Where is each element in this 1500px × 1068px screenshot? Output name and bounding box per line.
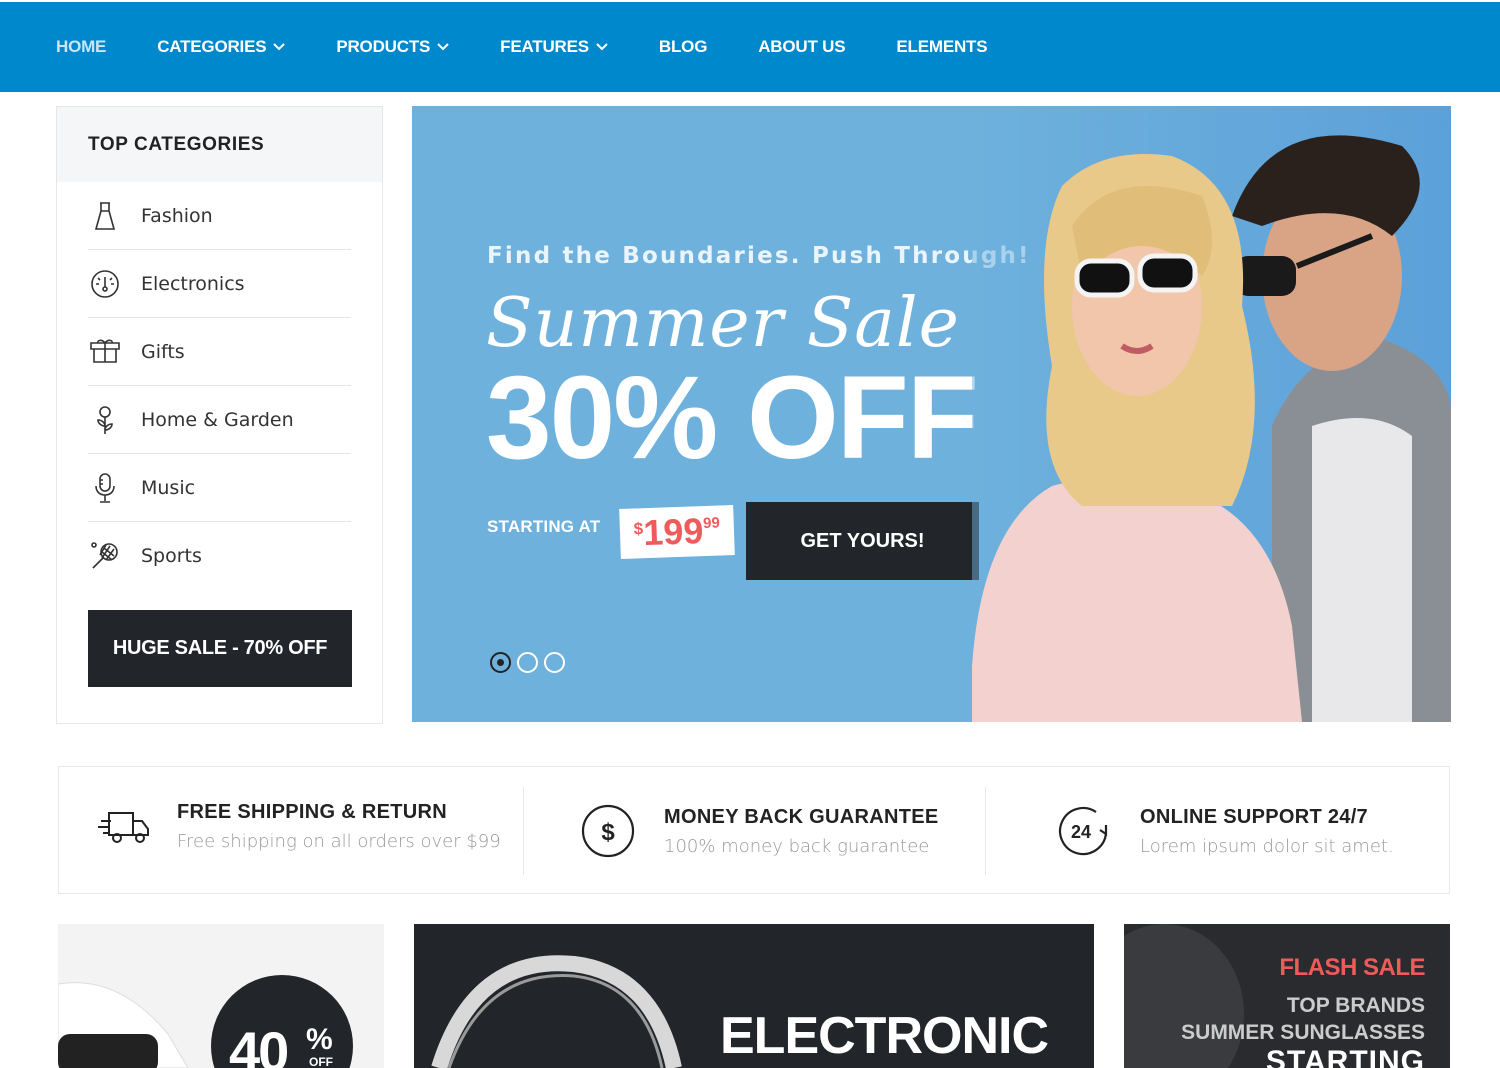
svg-text:$: $ <box>601 819 615 846</box>
nav-elements-label: ELEMENTS <box>896 37 988 56</box>
get-yours-button[interactable]: GET YOURS! <box>746 502 979 580</box>
gauge-icon <box>88 267 122 301</box>
category-label: Fashion <box>141 204 213 227</box>
nav-categories-label: CATEGORIES <box>157 37 267 56</box>
nav-features-label: FEATURES <box>500 37 589 56</box>
nav-about-us[interactable]: ABOUT US <box>758 37 845 57</box>
price-integer: 199 <box>642 510 705 554</box>
category-electronics[interactable]: Electronics <box>88 250 351 318</box>
nav-blog-label: BLOG <box>658 37 708 56</box>
flash-sale-line1: TOP BRANDS <box>1286 994 1425 1017</box>
flash-sale-text: FLASH SALE TOP BRANDS SUMMER SUNGLASSES … <box>1181 954 1425 1068</box>
divider <box>985 787 986 875</box>
dress-icon <box>88 199 122 233</box>
watch-promo-banner[interactable]: 40 % OFF <box>58 924 384 1068</box>
feature-desc: Free shipping on all orders over $99 <box>177 831 501 852</box>
starting-at-label: STARTING AT <box>487 517 601 536</box>
feature-title: FREE SHIPPING & RETURN <box>177 801 447 823</box>
slider-dot-1[interactable] <box>490 652 511 673</box>
nav-blog[interactable]: BLOG <box>658 37 708 57</box>
feature-title: ONLINE SUPPORT 24/7 <box>1140 805 1368 828</box>
feature-shipping: FREE SHIPPING & RETURN Free shipping on … <box>97 801 501 852</box>
feature-title: MONEY BACK GUARANTEE <box>664 805 939 828</box>
features-bar: FREE SHIPPING & RETURN Free shipping on … <box>58 766 1450 894</box>
category-label: Gifts <box>141 340 185 363</box>
truck-icon <box>98 811 149 843</box>
category-label: Sports <box>141 545 202 567</box>
discount-off: OFF <box>309 1055 333 1068</box>
hero-slider: Find the Boundaries. Push Through! Summe… <box>412 106 1451 722</box>
top-categories-sidebar: TOP CATEGORIES Fashion Electronics Gifts… <box>56 106 383 724</box>
sidebar-title: TOP CATEGORIES <box>57 107 382 182</box>
support-24-icon: 24 <box>1058 807 1108 856</box>
flash-sale-banner[interactable]: FLASH SALE TOP BRANDS SUMMER SUNGLASSES … <box>1124 924 1450 1068</box>
nav-products[interactable]: PRODUCTS <box>336 37 449 57</box>
flash-sale-line2: SUMMER SUNGLASSES <box>1181 1021 1425 1044</box>
nav-categories[interactable]: CATEGORIES <box>157 37 286 57</box>
hero-subtitle: Find the Boundaries. Push Through! <box>487 243 1031 269</box>
electronic-title: ELECTRONIC <box>720 1007 1049 1065</box>
svg-text:24: 24 <box>1071 822 1091 842</box>
discount-number: 40 <box>229 1020 289 1068</box>
slider-dot-2[interactable] <box>517 652 538 673</box>
plant-icon <box>88 403 122 437</box>
divider <box>523 787 524 875</box>
category-label: Electronics <box>141 272 245 295</box>
racket-icon <box>88 539 122 573</box>
chevron-down-icon <box>437 43 449 51</box>
hero-couple-image <box>972 106 1451 722</box>
slider-dots <box>490 652 565 673</box>
feature-money-back: $ MONEY BACK GUARANTEE 100% money back g… <box>580 803 939 859</box>
category-list: Fashion Electronics Gifts Home & Garden … <box>57 182 382 590</box>
category-sports[interactable]: Sports <box>88 522 351 590</box>
headphones-image <box>431 955 682 1068</box>
huge-sale-button[interactable]: HUGE SALE - 70% OFF <box>88 610 352 687</box>
discount-percent-sign: % <box>306 1023 333 1056</box>
category-fashion[interactable]: Fashion <box>88 182 351 250</box>
hero-headline: 30% OFF <box>486 352 979 484</box>
flash-sale-line3: STARTING <box>1265 1045 1425 1068</box>
electronic-promo-banner[interactable]: ELECTRONIC <box>414 924 1094 1068</box>
flash-sale-title: FLASH SALE <box>1279 954 1425 981</box>
slider-dot-3[interactable] <box>544 652 565 673</box>
main-navbar: HOME CATEGORIES PRODUCTS FEATURES BLOG A… <box>0 2 1500 92</box>
feature-support: 24 ONLINE SUPPORT 24/7 Lorem ipsum dolor… <box>1056 803 1394 859</box>
nav-products-label: PRODUCTS <box>336 37 431 56</box>
feature-desc: 100% money back guarantee <box>664 835 930 857</box>
category-home-garden[interactable]: Home & Garden <box>88 386 351 454</box>
feature-desc: Lorem ipsum dolor sit amet. <box>1140 835 1394 857</box>
nav-features[interactable]: FEATURES <box>500 37 608 57</box>
nav-about-label: ABOUT US <box>758 37 846 56</box>
category-gifts[interactable]: Gifts <box>88 318 351 386</box>
category-label: Home & Garden <box>141 408 294 431</box>
price-cents: 99 <box>702 514 721 533</box>
gift-icon <box>88 335 122 369</box>
chevron-down-icon <box>596 43 608 51</box>
category-label: Music <box>141 476 196 499</box>
chevron-down-icon <box>273 43 286 51</box>
nav-home[interactable]: HOME <box>56 37 106 57</box>
microphone-icon <box>88 471 122 505</box>
nav-home-label: HOME <box>56 37 107 56</box>
category-music[interactable]: Music <box>88 454 351 522</box>
nav-elements[interactable]: ELEMENTS <box>896 37 987 57</box>
dollar-icon: $ <box>581 804 635 858</box>
price-tag: $ 199 99 <box>619 505 735 559</box>
